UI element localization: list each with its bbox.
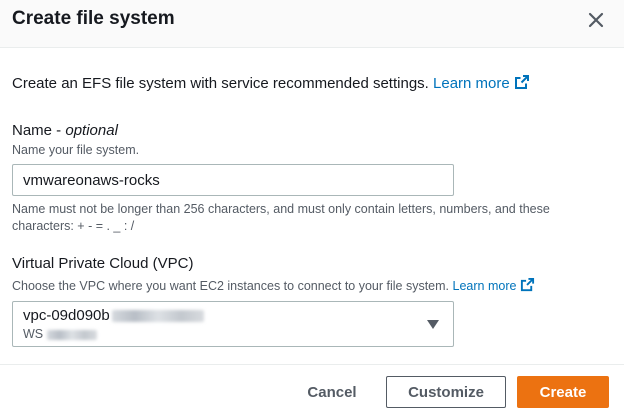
- create-button[interactable]: Create: [517, 376, 609, 408]
- cancel-button[interactable]: Cancel: [292, 376, 372, 408]
- external-link-icon: [514, 75, 529, 89]
- name-label-text: Name: [12, 122, 53, 139]
- name-field-description: Name your file system.: [12, 143, 140, 157]
- dialog-footer: Cancel Customize Create: [0, 364, 624, 415]
- redacted-vpc-id: [111, 310, 204, 323]
- customize-button[interactable]: Customize: [386, 376, 506, 408]
- vpc-id-text: vpc-09d090b: [23, 307, 110, 324]
- intro-learn-more-label: Learn more: [433, 75, 510, 92]
- dialog-title: Create file system: [12, 8, 175, 29]
- vpc-selected-name: WS: [23, 327, 98, 341]
- redacted-vpc-name: [47, 329, 98, 340]
- optional-tag: optional: [65, 122, 118, 139]
- name-label-separator: -: [52, 122, 66, 139]
- intro-learn-more-link[interactable]: Learn more: [433, 75, 530, 92]
- dialog-header: Create file system: [0, 0, 624, 48]
- external-link-icon: [521, 277, 535, 292]
- vpc-field-description: Choose the VPC where you want EC2 instan…: [12, 277, 535, 293]
- vpc-learn-more-link[interactable]: Learn more: [452, 277, 536, 293]
- vpc-selected-id: vpc-09d090b: [23, 307, 204, 324]
- intro-text: Create an EFS file system with service r…: [12, 74, 530, 92]
- name-field-label: Name - optional: [12, 122, 118, 139]
- vpc-select[interactable]: vpc-09d090b WS: [12, 301, 454, 347]
- vpc-learn-more-label: Learn more: [452, 279, 517, 293]
- name-constraint-text: Name must not be longer than 256 charact…: [12, 202, 550, 233]
- vpc-name-text: WS: [23, 327, 44, 341]
- create-file-system-dialog: Create file system Create an EFS file sy…: [0, 0, 624, 415]
- close-button[interactable]: [584, 8, 608, 32]
- vpc-description-text: Choose the VPC where you want EC2 instan…: [12, 279, 450, 293]
- intro-description: Create an EFS file system with service r…: [12, 75, 429, 92]
- caret-down-icon: [427, 320, 439, 329]
- close-icon: [588, 12, 604, 28]
- vpc-field-label: Virtual Private Cloud (VPC): [12, 255, 194, 272]
- name-input[interactable]: [12, 164, 454, 196]
